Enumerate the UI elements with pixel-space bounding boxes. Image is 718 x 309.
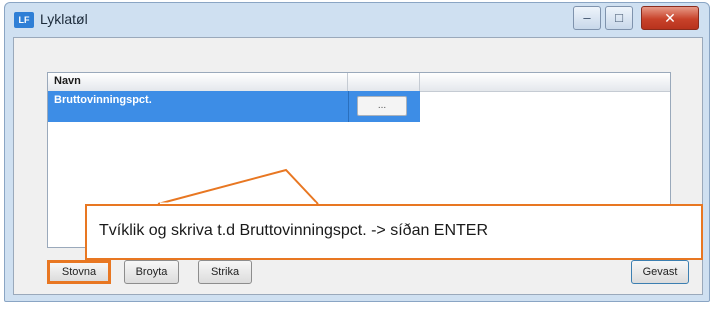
main-window: LF Lyklatøl – □ ✕ Navn Bruttovinningspct… [4,2,710,302]
minimize-icon: – [583,10,591,25]
gevast-button[interactable]: Gevast [631,260,689,284]
data-grid[interactable]: Navn Bruttovinningspct. ... Tvíklik og s… [47,72,703,260]
close-button[interactable]: ✕ [641,6,699,30]
title-bar[interactable]: LF Lyklatøl – □ ✕ [5,3,709,37]
close-icon: ✕ [664,10,676,26]
window-title: Lyklatøl [40,11,88,27]
stovna-button[interactable]: Stovna [47,260,111,284]
maximize-button[interactable]: □ [605,6,633,30]
strika-button[interactable]: Strika [198,260,252,284]
broyta-button[interactable]: Broyta [124,260,179,284]
maximize-icon: □ [615,10,623,25]
callout-text: Tvíklik og skriva t.d Bruttovinningspct.… [99,222,489,239]
instruction-callout: Tvíklik og skriva t.d Bruttovinningspct.… [85,204,703,260]
minimize-button[interactable]: – [573,6,601,30]
dialog-client-area: Navn Bruttovinningspct. ... Tvíklik og s… [13,37,703,295]
app-icon: LF [14,12,34,28]
